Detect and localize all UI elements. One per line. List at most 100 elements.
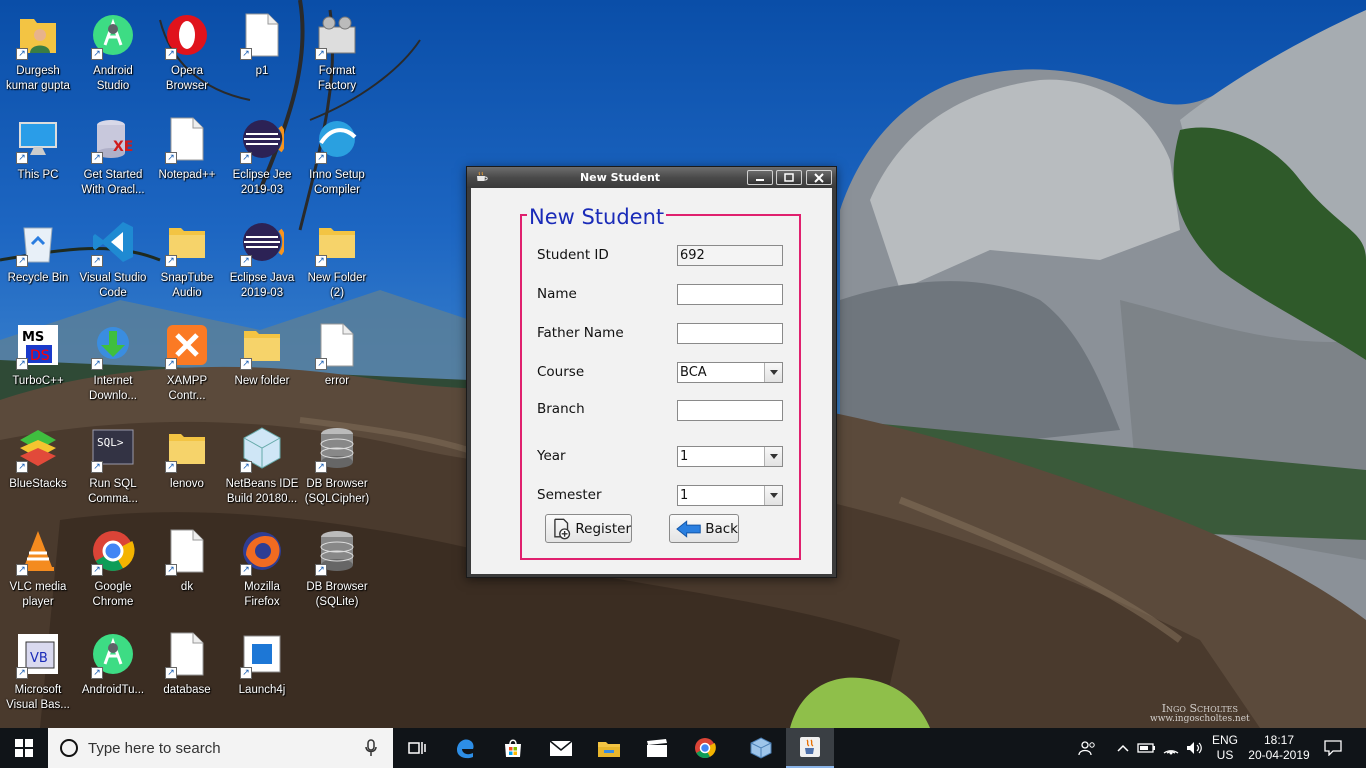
desktop-shortcut[interactable]: ↗ Internet Downlo... xyxy=(75,316,151,416)
desktop-shortcut[interactable]: ↗ Eclipse Jee 2019-03 xyxy=(224,110,300,210)
window-content: New Student Student ID Name Father Name … xyxy=(471,188,832,574)
desktop-shortcut[interactable]: ↗ dk xyxy=(149,522,225,622)
shortcut-arrow-icon: ↗ xyxy=(165,48,177,60)
language-code: ENG xyxy=(1211,733,1238,747)
desktop-shortcut[interactable]: ↗ p1 xyxy=(224,6,300,106)
group-box-legend: New Student xyxy=(527,204,667,230)
desktop-shortcut[interactable]: ↗ AndroidTu... xyxy=(75,625,151,725)
student-id-field[interactable] xyxy=(677,245,783,266)
taskbar-search-box[interactable]: Type here to search xyxy=(48,728,393,768)
register-button[interactable]: Register xyxy=(545,514,632,543)
semester-label: Semester xyxy=(537,487,602,503)
desktop-shortcut[interactable]: ↗ This PC xyxy=(0,110,76,210)
svg-text:DS: DS xyxy=(30,348,50,364)
desktop-shortcut[interactable]: SQL> ↗ Run SQL Comma... xyxy=(75,419,151,519)
task-view-icon[interactable] xyxy=(393,728,441,768)
movies-icon[interactable] xyxy=(633,728,681,768)
desktop-shortcut-label: Inno Setup Compiler xyxy=(309,169,365,196)
taskbar: Type here to search ENG US 18:17 20-04-2… xyxy=(0,728,1366,768)
store-icon[interactable] xyxy=(489,728,537,768)
taskbar-clock[interactable]: 18:17 20-04-2019 xyxy=(1244,733,1314,763)
java-icon[interactable] xyxy=(786,728,834,768)
desktop-shortcut[interactable]: ↗ DB Browser (SQLite) xyxy=(299,522,375,622)
desktop-shortcut[interactable]: ↗ Visual Studio Code xyxy=(75,213,151,313)
xampp-icon: ↗ xyxy=(163,320,211,370)
desktop-shortcut[interactable]: ↗ New Folder (2) xyxy=(299,213,375,313)
desktop-shortcut[interactable]: ↗ SnapTube Audio xyxy=(149,213,225,313)
course-label: Course xyxy=(537,364,585,380)
maximize-button[interactable] xyxy=(776,170,802,185)
shortcut-arrow-icon: ↗ xyxy=(315,152,327,164)
desktop-shortcut[interactable]: ↗ Inno Setup Compiler xyxy=(299,110,375,210)
close-button[interactable] xyxy=(806,170,832,185)
back-arrow-icon xyxy=(676,519,701,538)
desktop-shortcut[interactable]: ↗ Launch4j xyxy=(224,625,300,725)
document-icon: ↗ xyxy=(163,526,211,576)
microphone-icon[interactable] xyxy=(365,739,377,757)
year-select[interactable]: 1 xyxy=(677,446,783,467)
wifi-icon[interactable] xyxy=(1161,738,1181,758)
file-explorer-icon[interactable] xyxy=(585,728,633,768)
desktop-shortcut[interactable]: ↗ Format Factory xyxy=(299,6,375,106)
desktop-shortcut[interactable]: ↗ DB Browser (SQLCipher) xyxy=(299,419,375,519)
desktop-shortcut-label: Android Studio xyxy=(93,65,133,92)
desktop-shortcut[interactable]: ↗ BlueStacks xyxy=(0,419,76,519)
document-icon: ↗ xyxy=(238,10,286,60)
clock-date: 20-04-2019 xyxy=(1248,748,1310,762)
desktop-shortcut[interactable]: ↗ Recycle Bin xyxy=(0,213,76,313)
desktop-shortcut[interactable]: ↗ VLC media player xyxy=(0,522,76,622)
desktop-shortcut[interactable]: ↗ error xyxy=(299,316,375,416)
edge-icon[interactable] xyxy=(441,728,489,768)
desktop-shortcut[interactable]: XE ↗ Get Started With Oracl... xyxy=(75,110,151,210)
desktop-shortcut[interactable]: ↗ New folder xyxy=(224,316,300,416)
register-button-label: Register xyxy=(575,520,631,537)
desktop-shortcut[interactable]: ↗ NetBeans IDE Build 20180... xyxy=(224,419,300,519)
chrome-icon[interactable] xyxy=(681,728,729,768)
action-center-icon[interactable] xyxy=(1323,738,1343,758)
desktop-shortcut[interactable]: ↗ lenovo xyxy=(149,419,225,519)
back-button[interactable]: Back xyxy=(669,514,739,543)
vscode-icon: ↗ xyxy=(89,217,137,267)
shortcut-arrow-icon: ↗ xyxy=(315,255,327,267)
desktop-shortcut[interactable]: ↗ Durgesh kumar gupta xyxy=(0,6,76,106)
chevron-up-icon[interactable] xyxy=(1113,738,1133,758)
shortcut-arrow-icon: ↗ xyxy=(165,564,177,576)
desktop-shortcut[interactable]: ↗ XAMPP Contr... xyxy=(149,316,225,416)
desktop-shortcut-label: Get Started With Oracl... xyxy=(81,169,145,196)
input-language-indicator[interactable]: ENG US xyxy=(1210,733,1240,763)
battery-icon[interactable] xyxy=(1137,738,1157,758)
desktop-shortcut[interactable]: ↗ Android Studio xyxy=(75,6,151,106)
course-select[interactable]: BCA xyxy=(677,362,783,383)
desktop-shortcut[interactable]: ↗ Opera Browser xyxy=(149,6,225,106)
name-field[interactable] xyxy=(677,284,783,305)
branch-field[interactable] xyxy=(677,400,783,421)
desktop-shortcut-label: TurboC++ xyxy=(12,375,64,387)
desktop-shortcut[interactable]: ↗ Eclipse Java 2019-03 xyxy=(224,213,300,313)
desktop-shortcut[interactable]: ↗ Notepad++ xyxy=(149,110,225,210)
desktop-shortcut[interactable]: ↗ Google Chrome xyxy=(75,522,151,622)
android-studio-icon: ↗ xyxy=(89,10,137,60)
android-studio-icon: ↗ xyxy=(89,629,137,679)
maximize-icon xyxy=(784,173,794,182)
desktop-shortcut[interactable]: ↗ database xyxy=(149,625,225,725)
people-icon[interactable] xyxy=(1077,738,1097,758)
volume-icon[interactable] xyxy=(1185,738,1205,758)
desktop-shortcut[interactable]: ↗ Mozilla Firefox xyxy=(224,522,300,622)
semester-selected-value: 1 xyxy=(680,488,689,503)
desktop-shortcut-label: New Folder (2) xyxy=(307,272,367,299)
document-icon: ↗ xyxy=(163,629,211,679)
folder-icon: ↗ xyxy=(238,320,286,370)
desktop-shortcut[interactable]: VB ↗ Microsoft Visual Bas... xyxy=(0,625,76,725)
vlc-icon: ↗ xyxy=(14,526,62,576)
dropdown-arrow-icon[interactable] xyxy=(764,486,782,505)
desktop-shortcut[interactable]: MS DS ↗ TurboC++ xyxy=(0,316,76,416)
start-button[interactable] xyxy=(0,728,48,768)
minimize-button[interactable] xyxy=(747,170,773,185)
mail-icon[interactable] xyxy=(537,728,585,768)
window-titlebar[interactable]: New Student xyxy=(467,167,836,188)
virtualbox-icon[interactable] xyxy=(737,728,785,768)
semester-select[interactable]: 1 xyxy=(677,485,783,506)
dropdown-arrow-icon[interactable] xyxy=(764,363,782,382)
dropdown-arrow-icon[interactable] xyxy=(764,447,782,466)
father-name-field[interactable] xyxy=(677,323,783,344)
